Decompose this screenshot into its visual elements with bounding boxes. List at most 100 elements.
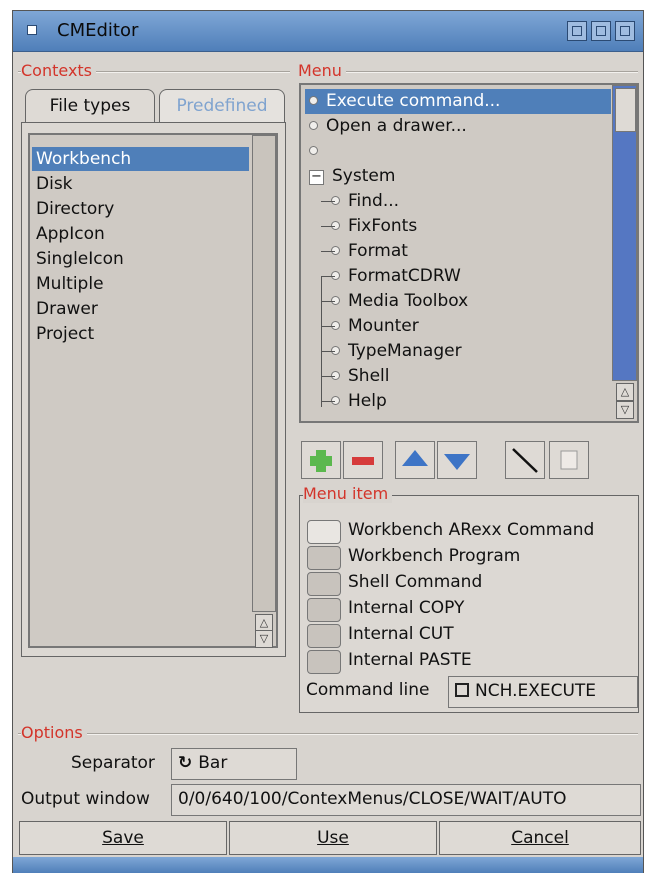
context-list-item[interactable]: Project [32, 322, 94, 346]
tab-predefined[interactable]: Predefined [159, 89, 285, 123]
context-list-item[interactable]: SingleIcon [32, 247, 124, 271]
tree-branch-line [321, 401, 335, 402]
menu-item-type-label: Shell Command [348, 572, 483, 592]
menu-item-group-label: Menu item [303, 484, 393, 503]
close-gadget-icon[interactable] [27, 25, 37, 35]
context-list-item[interactable]: Workbench [32, 147, 249, 171]
menu-tree-item[interactable]: Media Toolbox [321, 289, 468, 314]
tree-connector [321, 277, 322, 407]
menu-tree-item-label: System [332, 166, 396, 186]
separator-button[interactable] [505, 441, 545, 479]
contexts-list[interactable]: Workbench Disk Directory AppIcon SingleIcon M… [28, 133, 278, 648]
menu-tree-item-label: Find... [348, 191, 400, 211]
menu-tree-item-label: Mounter [348, 316, 419, 336]
page-icon [560, 450, 578, 470]
menu-item-bullet-icon [309, 121, 318, 130]
move-up-button[interactable] [395, 441, 435, 479]
page-button[interactable] [549, 441, 589, 479]
tab-file-types[interactable]: File types [25, 89, 155, 123]
iconify-gadget-icon[interactable] [567, 21, 587, 41]
tree-branch-line [321, 326, 335, 327]
menu-tree-item-label: TypeManager [348, 341, 462, 361]
menu-item-type-toggle[interactable] [307, 546, 341, 570]
menu-item-bullet-icon [309, 96, 318, 105]
tree-branch-line [321, 226, 335, 227]
context-list-item[interactable]: Multiple [32, 272, 104, 296]
save-button[interactable]: Save [19, 821, 227, 855]
separator-line-icon [512, 448, 538, 473]
separator-cycle[interactable]: ↻ Bar [171, 748, 297, 780]
menu-item-type-label: Internal PASTE [348, 650, 472, 670]
menu-item-type-toggle[interactable] [307, 650, 341, 674]
window-title: CMEditor [57, 20, 139, 41]
scroll-down-arrow-icon[interactable]: ▽ [255, 630, 273, 648]
output-window-value: 0/0/640/100/ContexMenus/CLOSE/WAIT/AUTO [178, 789, 567, 809]
add-icon [310, 450, 332, 472]
menu-scroll-up-arrow-icon[interactable]: △ [616, 383, 634, 401]
menu-group-line [298, 71, 638, 73]
depth-gadget-icon[interactable] [615, 21, 635, 41]
separator-value: Bar [198, 753, 228, 773]
output-window-field[interactable]: 0/0/640/100/ContexMenus/CLOSE/WAIT/AUTO [171, 784, 641, 816]
menu-tree-item-label: FormatCDRW [348, 266, 461, 286]
menu-tree-item[interactable]: Mounter [321, 314, 419, 339]
menu-tree-item-label: Help [348, 391, 387, 411]
menu-scrollbar[interactable] [612, 85, 637, 381]
move-down-button[interactable] [437, 441, 477, 479]
menu-tree-item-label: Format [348, 241, 408, 261]
menu-item-type-toggle[interactable] [307, 520, 341, 544]
menu-tree-item[interactable]: TypeManager [321, 339, 462, 364]
remove-button[interactable] [343, 441, 383, 479]
move-up-icon [402, 450, 428, 466]
menu-tree-item[interactable]: FixFonts [321, 214, 417, 239]
move-down-icon [444, 454, 470, 470]
menu-tree-item[interactable]: Format [321, 239, 408, 264]
add-button[interactable] [301, 441, 341, 479]
context-list-item[interactable]: Drawer [32, 297, 98, 321]
contexts-group-label: Contexts [21, 61, 97, 80]
use-button[interactable]: Use [229, 821, 437, 855]
menu-item-type-toggle[interactable] [307, 624, 341, 648]
menu-tree-item[interactable]: − System [309, 164, 395, 189]
cancel-label: Cancel [511, 828, 569, 848]
remove-icon [352, 457, 374, 465]
menu-tree-item[interactable]: Execute command... [305, 89, 611, 114]
options-group-label: Options [21, 723, 87, 742]
menu-item-type-label: Workbench ARexx Command [348, 520, 595, 540]
menu-tree-item-label: Execute command... [326, 91, 501, 111]
context-list-item[interactable]: Directory [32, 197, 114, 221]
menu-tree-item[interactable]: Find... [321, 189, 400, 214]
menu-tree-item[interactable]: Shell [321, 364, 390, 389]
zoom-gadget-icon[interactable] [591, 21, 611, 41]
menu-tree-item-label: Shell [348, 366, 390, 386]
context-list-item[interactable]: Disk [32, 172, 73, 196]
menu-tree-item[interactable]: Help [321, 389, 387, 414]
options-group-line [18, 733, 638, 735]
contexts-panel: Workbench Disk Directory AppIcon SingleIcon M… [21, 122, 286, 657]
title-bar[interactable]: CMEditor [13, 11, 643, 52]
menu-tree-item[interactable] [309, 139, 326, 164]
collapse-toggle-icon[interactable]: − [309, 170, 324, 185]
tree-branch-line [321, 351, 335, 352]
menu-item-type-label: Workbench Program [348, 546, 521, 566]
menu-item-type-toggle[interactable] [307, 598, 341, 622]
menu-tree-item[interactable]: FormatCDRW [321, 264, 461, 289]
menu-scroll-knob[interactable] [615, 88, 636, 132]
command-line-field[interactable]: NCH.EXECUTE [448, 676, 638, 708]
menu-group-label: Menu [298, 61, 346, 80]
cancel-button[interactable]: Cancel [439, 821, 641, 855]
menu-scroll-down-arrow-icon[interactable]: ▽ [616, 401, 634, 419]
save-label: Save [102, 828, 144, 848]
cmeditor-window: CMEditor Contexts File types Predefined … [12, 10, 644, 873]
tree-branch-line [321, 276, 335, 277]
command-line-value: NCH.EXECUTE [475, 681, 597, 701]
use-label: Use [317, 828, 349, 848]
command-line-label: Command line [306, 680, 430, 700]
menu-item-type-toggle[interactable] [307, 572, 341, 596]
context-list-item[interactable]: AppIcon [32, 222, 105, 246]
menu-tree-item[interactable]: Open a drawer... [309, 114, 467, 139]
file-requester-icon[interactable] [455, 683, 469, 697]
window-bottom-bar [13, 857, 643, 873]
menu-tree[interactable]: Execute command... Open a drawer... − Syste… [299, 83, 639, 423]
contexts-scrollbar[interactable] [252, 135, 276, 612]
